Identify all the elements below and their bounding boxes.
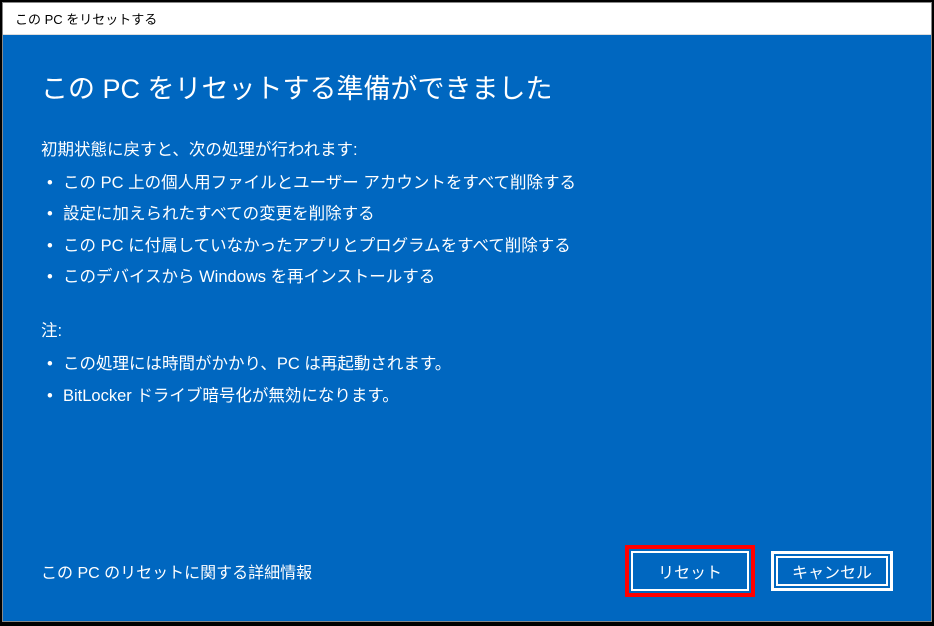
actions-list: この PC 上の個人用ファイルとユーザー アカウントをすべて削除する 設定に加え… xyxy=(41,168,893,293)
cancel-button[interactable]: キャンセル xyxy=(771,551,893,591)
note-label: 注: xyxy=(41,317,893,341)
reset-pc-dialog: この PC をリセットする この PC をリセットする準備ができました 初期状態… xyxy=(2,2,932,622)
list-item: この処理には時間がかかり、PC は再起動されます。 xyxy=(45,349,893,380)
window-title: この PC をリセットする xyxy=(15,12,157,27)
list-item: BitLocker ドライブ暗号化が無効になります。 xyxy=(45,381,893,412)
page-heading: この PC をリセットする準備ができました xyxy=(41,67,893,106)
window-title-bar: この PC をリセットする xyxy=(3,3,931,35)
more-info-link[interactable]: この PC のリセットに関する詳細情報 xyxy=(41,559,609,583)
intro-text: 初期状態に戻すと、次の処理が行われます: xyxy=(41,136,893,160)
notes-list: この処理には時間がかかり、PC は再起動されます。 BitLocker ドライブ… xyxy=(41,349,893,412)
dialog-footer: この PC のリセットに関する詳細情報 リセット キャンセル xyxy=(41,545,893,597)
dialog-content: この PC をリセットする準備ができました 初期状態に戻すと、次の処理が行われま… xyxy=(3,35,931,621)
reset-button[interactable]: リセット xyxy=(631,551,749,591)
reset-button-highlight: リセット xyxy=(625,545,755,597)
list-item: この PC に付属していなかったアプリとプログラムをすべて削除する xyxy=(45,231,893,262)
list-item: 設定に加えられたすべての変更を削除する xyxy=(45,199,893,230)
list-item: このデバイスから Windows を再インストールする xyxy=(45,262,893,293)
list-item: この PC 上の個人用ファイルとユーザー アカウントをすべて削除する xyxy=(45,168,893,199)
